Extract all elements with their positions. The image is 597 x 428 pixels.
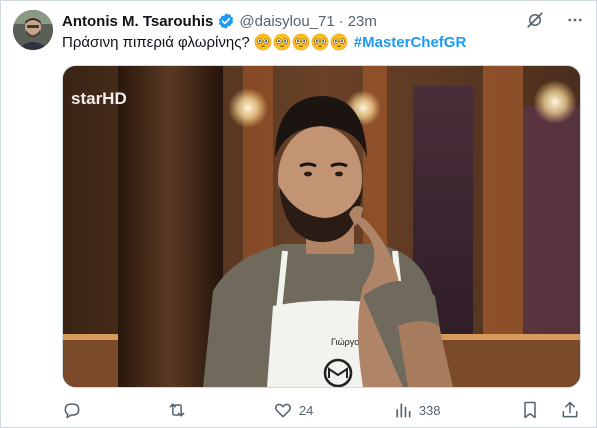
tweet-time[interactable]: 23m (348, 13, 377, 30)
tweet-header: Antonis M. Tsarouhis @daisylou_71 · 23m (62, 11, 377, 31)
flushed-face-emoji-icon (254, 33, 272, 51)
more-icon[interactable] (565, 10, 585, 30)
bookmark-icon[interactable] (520, 400, 540, 420)
author-name[interactable]: Antonis M. Tsarouhis (62, 13, 213, 30)
like-count: 24 (298, 402, 314, 418)
share-icon[interactable] (560, 400, 580, 420)
retweet-icon (170, 403, 185, 417)
channel-logo: starHD (71, 89, 127, 108)
retweet-button[interactable] (167, 400, 193, 420)
secondary-actions (520, 400, 580, 420)
reply-button[interactable] (62, 400, 88, 420)
media-image: Γιώργος starHD (63, 66, 580, 387)
tweet-media[interactable]: Γιώργος starHD (62, 65, 581, 388)
grok-icon[interactable] (525, 10, 545, 30)
flushed-face-emoji-icon (330, 33, 348, 51)
tweet-text: Πράσινη πιπεριά φλωρίνης? #MasterChefGR (62, 33, 466, 51)
tweet-body: Πράσινη πιπεριά φλωρίνης? (62, 33, 250, 51)
emoji-row (254, 33, 348, 51)
like-button[interactable]: 24 (273, 400, 313, 420)
views-icon (396, 403, 411, 418)
header-separator: · (338, 12, 344, 30)
top-actions (525, 10, 585, 30)
action-bar: 24 338 (62, 399, 580, 421)
flushed-face-emoji-icon (311, 33, 329, 51)
reply-icon (64, 403, 80, 419)
flushed-face-emoji-icon (273, 33, 291, 51)
views-count: 338 (418, 402, 441, 418)
avatar[interactable] (13, 10, 53, 50)
flushed-face-emoji-icon (292, 33, 310, 51)
verified-badge-icon (219, 13, 234, 29)
hashtag-link[interactable]: #MasterChefGR (354, 34, 467, 51)
views-button[interactable]: 338 (393, 400, 441, 420)
author-handle[interactable]: @daisylou_71 (239, 13, 334, 30)
heart-icon (274, 403, 291, 418)
